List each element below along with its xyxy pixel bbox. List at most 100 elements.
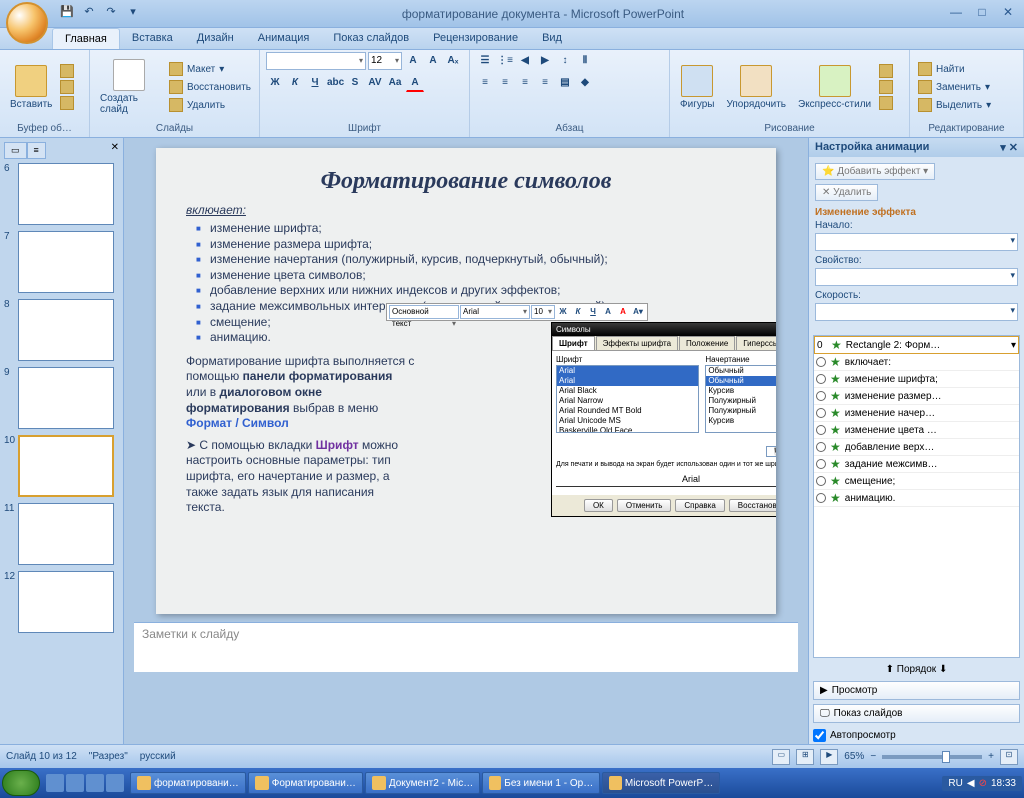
slide[interactable]: Форматирование символов включает: измене… bbox=[156, 148, 776, 614]
italic-icon[interactable]: К bbox=[286, 74, 304, 92]
shape-outline-icon[interactable] bbox=[879, 80, 893, 94]
align-center-icon[interactable]: ≡ bbox=[496, 74, 514, 92]
quick-launch-2[interactable] bbox=[66, 774, 84, 792]
indent-inc-icon[interactable]: ▶ bbox=[536, 52, 554, 70]
start-combo[interactable] bbox=[815, 233, 1018, 251]
grow-font-icon[interactable]: A bbox=[404, 52, 422, 70]
tray-icon[interactable]: ◀ bbox=[967, 778, 975, 789]
quick-styles-button[interactable]: Экспресс-стили bbox=[794, 63, 875, 112]
thumb-11[interactable] bbox=[18, 503, 114, 565]
zoom-level[interactable]: 65% bbox=[844, 751, 864, 762]
dialog-reset-button[interactable]: Восстановить bbox=[729, 499, 776, 512]
format-painter-icon[interactable] bbox=[60, 96, 74, 110]
animation-list[interactable]: 0★Rectangle 2: Форм…▾ ★включает: ★измене… bbox=[813, 335, 1020, 658]
pane-close-icon[interactable]: ✕ bbox=[1009, 142, 1018, 154]
shapes-button[interactable]: Фигуры bbox=[676, 63, 718, 112]
quick-launch-4[interactable] bbox=[106, 774, 124, 792]
zoom-in-icon[interactable]: + bbox=[988, 751, 994, 762]
thumb-9[interactable] bbox=[18, 367, 114, 429]
sorter-view-icon[interactable]: ⊞ bbox=[796, 749, 814, 765]
reset-button[interactable]: Восстановить bbox=[167, 79, 253, 95]
thumb-7[interactable] bbox=[18, 231, 114, 293]
bold-icon[interactable]: Ж bbox=[266, 74, 284, 92]
task-item[interactable]: форматировани… bbox=[130, 772, 246, 794]
thumb-10[interactable] bbox=[18, 435, 114, 497]
dialog-help-button[interactable]: Справка bbox=[675, 499, 724, 512]
add-effect-button[interactable]: ⭐ Добавить эффект ▾ bbox=[815, 163, 935, 180]
qat-more-icon[interactable]: ▾ bbox=[124, 5, 142, 23]
task-item[interactable]: Без имени 1 - Op… bbox=[482, 772, 600, 794]
find-button[interactable]: Найти bbox=[916, 61, 993, 77]
task-item[interactable]: Форматировани… bbox=[248, 772, 363, 794]
slides-tab[interactable]: ▭ bbox=[4, 142, 27, 159]
slideshow-button[interactable]: 🖵 Показ слайдов bbox=[813, 704, 1020, 723]
spacing-icon[interactable]: AV bbox=[366, 74, 384, 92]
close-panel-icon[interactable]: ✕ bbox=[111, 142, 119, 159]
task-item[interactable]: Microsoft PowerP… bbox=[602, 772, 720, 794]
speed-combo[interactable] bbox=[815, 303, 1018, 321]
font-size-combo[interactable]: 12 bbox=[368, 52, 402, 70]
align-left-icon[interactable]: ≡ bbox=[476, 74, 494, 92]
underline-icon[interactable]: Ч bbox=[306, 74, 324, 92]
strike-icon[interactable]: abc bbox=[326, 74, 344, 92]
tab-slideshow[interactable]: Показ слайдов bbox=[321, 28, 421, 49]
shape-effects-icon[interactable] bbox=[879, 96, 893, 110]
font-list[interactable]: Arial Arial Arial Black Arial Narrow Ari… bbox=[556, 365, 699, 433]
tab-animation[interactable]: Анимация bbox=[246, 28, 322, 49]
zoom-out-icon[interactable]: − bbox=[870, 751, 876, 762]
normal-view-icon[interactable]: ▭ bbox=[772, 749, 790, 765]
tray-icon[interactable]: ⊘ bbox=[979, 778, 987, 789]
delete-slide-button[interactable]: Удалить bbox=[167, 97, 253, 113]
task-item[interactable]: Документ2 - Mic… bbox=[365, 772, 480, 794]
cut-icon[interactable] bbox=[60, 64, 74, 78]
thumb-6[interactable] bbox=[18, 163, 114, 225]
smartart-icon[interactable]: ◆ bbox=[576, 74, 594, 92]
tab-design[interactable]: Дизайн bbox=[185, 28, 246, 49]
arrange-button[interactable]: Упорядочить bbox=[722, 63, 790, 112]
redo-icon[interactable]: ↷ bbox=[102, 5, 120, 23]
language-select[interactable]: 🏴 Русский bbox=[766, 446, 776, 457]
font-color-icon[interactable]: A bbox=[406, 74, 424, 92]
preview-button[interactable]: ▶ Просмотр bbox=[813, 681, 1020, 700]
columns-icon[interactable]: ▤ bbox=[556, 74, 574, 92]
copy-icon[interactable] bbox=[60, 80, 74, 94]
tab-view[interactable]: Вид bbox=[530, 28, 574, 49]
align-right-icon[interactable]: ≡ bbox=[516, 74, 534, 92]
dialog-ok-button[interactable]: ОК bbox=[584, 499, 613, 512]
quick-launch-1[interactable] bbox=[46, 774, 64, 792]
minimize-button[interactable]: — bbox=[944, 5, 968, 23]
dialog-cancel-button[interactable]: Отменить bbox=[617, 499, 672, 512]
pane-menu-icon[interactable]: ▾ bbox=[1000, 142, 1006, 154]
font-family-combo[interactable] bbox=[266, 52, 366, 70]
system-tray[interactable]: RU ◀ ⊘ 18:33 bbox=[942, 776, 1022, 791]
indent-dec-icon[interactable]: ◀ bbox=[516, 52, 534, 70]
tab-home[interactable]: Главная bbox=[52, 28, 120, 49]
fit-view-icon[interactable]: ⊡ bbox=[1000, 749, 1018, 765]
property-combo[interactable] bbox=[815, 268, 1018, 286]
style-list[interactable]: Обычный Обычный Курсив Полужирный Полужи… bbox=[705, 365, 776, 433]
text-direction-icon[interactable]: Ⅱ bbox=[576, 52, 594, 70]
outline-tab[interactable]: ≡ bbox=[27, 142, 46, 159]
office-button[interactable] bbox=[6, 2, 48, 44]
justify-icon[interactable]: ≡ bbox=[536, 74, 554, 92]
language-indicator[interactable]: русский bbox=[140, 751, 176, 762]
thumb-8[interactable] bbox=[18, 299, 114, 361]
autopreview-checkbox[interactable]: Автопросмотр bbox=[809, 727, 1024, 744]
new-slide-button[interactable]: Создать слайд bbox=[96, 57, 163, 117]
bullets-icon[interactable]: ☰ bbox=[476, 52, 494, 70]
remove-effect-button[interactable]: ✕ Удалить bbox=[815, 184, 878, 201]
shrink-font-icon[interactable]: A bbox=[424, 52, 442, 70]
tab-insert[interactable]: Вставка bbox=[120, 28, 185, 49]
undo-icon[interactable]: ↶ bbox=[80, 5, 98, 23]
tab-review[interactable]: Рецензирование bbox=[421, 28, 530, 49]
close-button[interactable]: ✕ bbox=[996, 5, 1020, 23]
layout-button[interactable]: Макет ▾ bbox=[167, 61, 253, 77]
thumb-12[interactable] bbox=[18, 571, 114, 633]
notes-pane[interactable]: Заметки к слайду bbox=[134, 622, 798, 672]
shape-fill-icon[interactable] bbox=[879, 64, 893, 78]
paste-button[interactable]: Вставить bbox=[6, 63, 56, 112]
slideshow-view-icon[interactable]: ▶ bbox=[820, 749, 838, 765]
shadow-icon[interactable]: S bbox=[346, 74, 364, 92]
numbering-icon[interactable]: ⋮≡ bbox=[496, 52, 514, 70]
save-icon[interactable]: 💾 bbox=[58, 5, 76, 23]
